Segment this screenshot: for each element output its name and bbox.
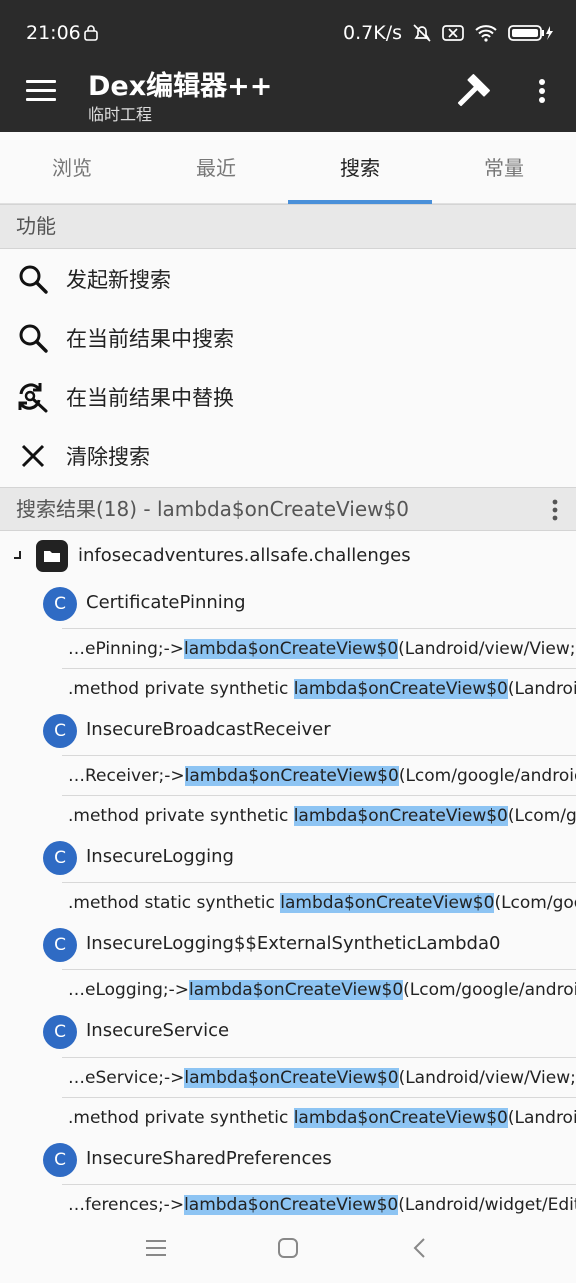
- result-suffix: (Landroid/v…: [507, 1108, 576, 1128]
- replace-in-results-action[interactable]: 在当前结果中替换: [0, 368, 576, 426]
- project-subtitle: 临时工程: [88, 105, 153, 124]
- class-badge: C: [43, 928, 77, 962]
- result-prefix: …eService;->: [68, 1068, 185, 1088]
- result-row[interactable]: …ePinning;->lambda$onCreateView$0(Landro…: [62, 628, 576, 668]
- new-search-action[interactable]: 发起新搜索: [0, 250, 576, 308]
- battery-icon: [508, 25, 553, 41]
- result-row[interactable]: .method static synthetic lambda$onCreate…: [62, 882, 576, 922]
- functions-section-title: 功能: [16, 214, 56, 238]
- result-row[interactable]: .method private synthetic lambda$onCreat…: [62, 668, 576, 708]
- result-prefix: .method private synthetic: [68, 806, 294, 826]
- app-bar: Dex编辑器++ 临时工程: [0, 62, 576, 132]
- result-match: lambda$onCreateView$0: [293, 806, 508, 826]
- tab-search-label: 搜索: [340, 156, 380, 180]
- result-row[interactable]: …Receiver;->lambda$onCreateView$0(Lcom/g…: [62, 755, 576, 795]
- replace-icon: [18, 383, 48, 413]
- tab-search[interactable]: 搜索: [288, 132, 432, 204]
- result-suffix: (Lcom/google/android/…: [398, 766, 576, 786]
- functions-section-header: 功能: [0, 204, 576, 249]
- home-icon[interactable]: [277, 1237, 299, 1259]
- result-match: lambda$onCreateView$0: [184, 766, 399, 786]
- result-prefix: .method private synthetic: [68, 1108, 294, 1128]
- result-row[interactable]: …eService;->lambda$onCreateView$0(Landro…: [62, 1057, 576, 1097]
- replace-in-results-label: 在当前结果中替换: [66, 386, 234, 410]
- status-time: 21:06: [26, 22, 81, 44]
- tab-constants[interactable]: 常量: [432, 132, 576, 204]
- sim-off-icon: [442, 25, 464, 41]
- result-prefix: …eLogging;->: [68, 980, 190, 1000]
- status-bar: 21:06 0.7K/s: [0, 0, 576, 62]
- clear-search-action[interactable]: 清除搜索: [0, 427, 576, 485]
- tab-bar: 浏览 最近 搜索 常量: [0, 132, 576, 204]
- result-row[interactable]: …eLogging;->lambda$onCreateView$0(Lcom/g…: [62, 969, 576, 1009]
- results-section-title: 搜索结果(18) - lambda$onCreateView$0: [16, 497, 409, 521]
- search-icon: [19, 265, 48, 294]
- close-icon: [21, 444, 45, 468]
- result-prefix: …ePinning;->: [68, 639, 185, 659]
- result-suffix: (Landroid/v…: [507, 679, 576, 699]
- back-icon[interactable]: [412, 1237, 426, 1259]
- class-name: InsecureBroadcastReceiver: [86, 719, 331, 740]
- result-match: lambda$onCreateView$0: [293, 1108, 508, 1128]
- search-in-results-label: 在当前结果中搜索: [66, 327, 234, 351]
- tab-browse[interactable]: 浏览: [0, 132, 144, 204]
- class-name: InsecureSharedPreferences: [86, 1148, 332, 1169]
- result-suffix: (Landroid/view/View;)V: [398, 639, 576, 659]
- result-suffix: (Landroid/widget/EditTe…: [398, 1195, 576, 1215]
- class-name: InsecureService: [86, 1020, 230, 1041]
- result-suffix: (Lcom/goog…: [494, 893, 576, 913]
- class-node[interactable]: C InsecureSharedPreferences: [0, 1141, 576, 1183]
- result-match: lambda$onCreateView$0: [184, 639, 399, 659]
- result-match: lambda$onCreateView$0: [189, 980, 404, 1000]
- package-name: infosecadventures.allsafe.challenges: [78, 545, 411, 566]
- result-row[interactable]: …ferences;->lambda$onCreateView$0(Landro…: [62, 1184, 576, 1224]
- search-in-results-action[interactable]: 在当前结果中搜索: [0, 309, 576, 367]
- class-node[interactable]: C InsecureService: [0, 1013, 576, 1055]
- result-match: lambda$onCreateView$0: [184, 1195, 399, 1215]
- clear-search-label: 清除搜索: [66, 445, 150, 469]
- result-prefix: .method static synthetic: [68, 893, 281, 913]
- recents-icon[interactable]: [145, 1238, 167, 1258]
- result-prefix: …ferences;->: [68, 1195, 185, 1215]
- result-prefix: …Receiver;->: [68, 766, 185, 786]
- class-badge: C: [43, 714, 77, 748]
- class-name: InsecureLogging$$ExternalSyntheticLambda…: [86, 933, 501, 954]
- tree-expander-icon[interactable]: [12, 550, 22, 560]
- class-badge: C: [43, 1015, 77, 1049]
- network-speed: 0.7K/s: [343, 22, 402, 44]
- result-suffix: (Lcom/goo…: [507, 806, 576, 826]
- class-badge: C: [43, 1143, 77, 1177]
- bell-off-icon: [413, 24, 431, 42]
- class-node[interactable]: C InsecureLogging: [0, 839, 576, 881]
- more-vert-icon[interactable]: [550, 498, 560, 522]
- result-prefix: .method private synthetic: [68, 679, 294, 699]
- folder-icon: [36, 540, 68, 572]
- result-match: lambda$onCreateView$0: [184, 1068, 399, 1088]
- menu-icon[interactable]: [26, 80, 56, 104]
- class-node[interactable]: C CertificatePinning: [0, 585, 576, 627]
- class-badge: C: [43, 587, 77, 621]
- new-search-label: 发起新搜索: [66, 268, 171, 292]
- result-suffix: (Landroid/view/View;)V: [398, 1068, 576, 1088]
- results-section-header: 搜索结果(18) - lambda$onCreateView$0: [0, 487, 576, 531]
- result-row[interactable]: .method private synthetic lambda$onCreat…: [62, 1097, 576, 1137]
- result-suffix: (Lcom/google/android/…: [403, 980, 576, 1000]
- class-name: InsecureLogging: [86, 846, 234, 867]
- package-node[interactable]: infosecadventures.allsafe.challenges: [0, 532, 576, 578]
- more-vert-icon[interactable]: [530, 76, 554, 106]
- result-row[interactable]: .method private synthetic lambda$onCreat…: [62, 795, 576, 835]
- wifi-icon: [475, 25, 497, 42]
- result-match: lambda$onCreateView$0: [280, 893, 495, 913]
- hammer-icon[interactable]: [452, 72, 492, 112]
- class-name: CertificatePinning: [86, 592, 246, 613]
- app-title: Dex编辑器++: [88, 71, 273, 102]
- class-badge: C: [43, 841, 77, 875]
- search-icon: [19, 324, 48, 353]
- system-nav-bar: [0, 1222, 576, 1283]
- class-node[interactable]: C InsecureBroadcastReceiver: [0, 712, 576, 754]
- tab-recent[interactable]: 最近: [144, 132, 288, 204]
- class-node[interactable]: C InsecureLogging$$ExternalSyntheticLamb…: [0, 926, 576, 968]
- lock-icon: [84, 25, 98, 41]
- result-match: lambda$onCreateView$0: [293, 679, 508, 699]
